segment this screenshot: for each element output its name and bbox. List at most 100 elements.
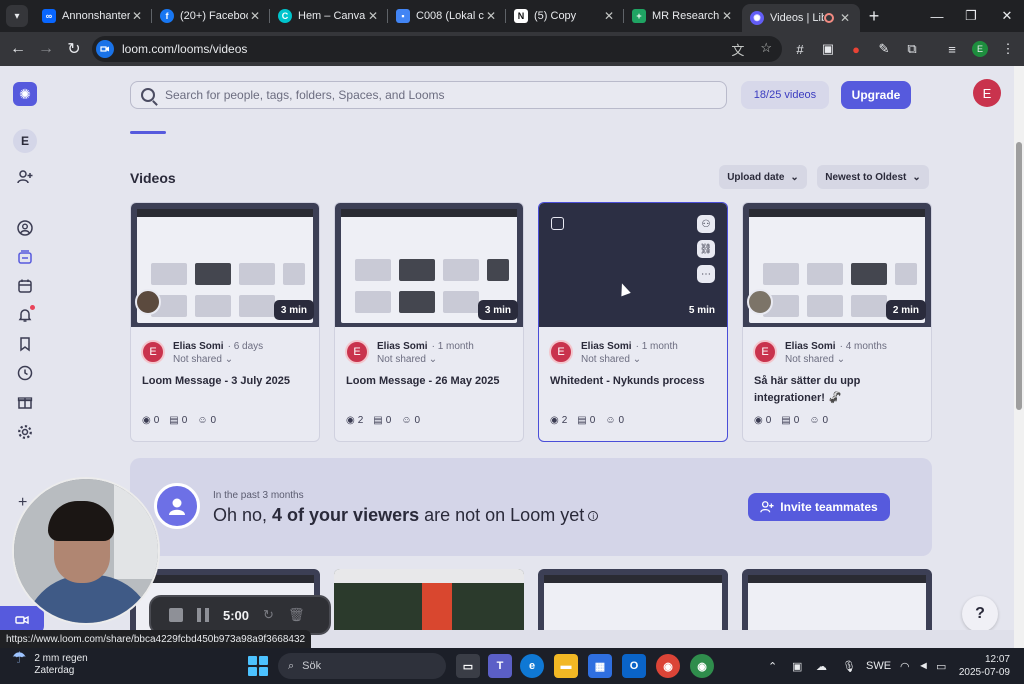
video-thumbnail[interactable]: ⚇ ⛓ ⋯ 5 min (539, 203, 727, 327)
library-icon[interactable] (14, 246, 36, 268)
wifi-icon[interactable]: ◠ (900, 648, 910, 684)
reload-icon[interactable]: ↻ (60, 35, 88, 63)
stop-icon[interactable] (169, 608, 183, 622)
profile-avatar-icon[interactable]: E (970, 36, 990, 62)
scrollbar-thumb[interactable] (1016, 142, 1022, 410)
search-input[interactable] (165, 88, 705, 102)
windows-start-icon[interactable] (248, 656, 268, 676)
sort-order-dropdown[interactable]: Newest to Oldest ⌄ (817, 165, 929, 189)
browser-tab[interactable]: C Hem – Canva ✕ (270, 0, 388, 32)
tray-screen-icon[interactable]: ▣ (792, 648, 802, 684)
close-tab-icon[interactable]: ✕ (720, 9, 734, 23)
close-tab-icon[interactable]: ✕ (366, 9, 380, 23)
invite-teammates-button[interactable]: Invite teammates (748, 493, 890, 521)
browser-tab[interactable]: + MR Research C ✕ (624, 0, 742, 32)
share-status-dropdown[interactable]: Not shared ⌄ (173, 354, 233, 365)
new-tab-button[interactable]: + (860, 6, 888, 27)
minimize-icon[interactable]: — (920, 0, 954, 32)
chrome-profile-icon[interactable]: ◉ (690, 654, 714, 678)
page-scrollbar[interactable] (1014, 66, 1024, 650)
info-icon[interactable]: i (588, 511, 599, 522)
close-tab-icon[interactable]: ✕ (838, 11, 852, 25)
workspace-avatar[interactable]: E (13, 129, 37, 153)
tab-search-button[interactable]: ▾ (6, 5, 28, 27)
add-user-icon[interactable] (14, 166, 36, 188)
close-tab-icon[interactable]: ✕ (484, 9, 498, 23)
browser-tab-active[interactable]: ✺ Videos | Lib ✕ (742, 4, 860, 32)
address-bar[interactable]: loom.com/looms/videos ⽂ ☆ (92, 36, 782, 62)
bookmark-icon[interactable] (14, 333, 36, 355)
calendar-icon[interactable] (14, 275, 36, 297)
close-tab-icon[interactable]: ✕ (602, 9, 616, 23)
restart-icon[interactable]: ↻ (263, 607, 274, 623)
more-menu-icon[interactable]: ⋮ (998, 36, 1018, 62)
search-bar[interactable] (130, 81, 727, 109)
close-tab-icon[interactable]: ✕ (130, 9, 144, 23)
bookmark-star-icon[interactable]: ☆ (760, 40, 772, 59)
browser-tab[interactable]: f (20+) Facebook ✕ (152, 0, 270, 32)
video-thumbnail[interactable]: 3 min (131, 203, 319, 327)
pen-extension-icon[interactable]: ✎ (874, 36, 894, 62)
taskbar-search[interactable]: ⌕ Sök (278, 653, 446, 679)
restore-icon[interactable]: ❐ (954, 0, 988, 32)
video-title[interactable]: Loom Message - 3 July 2025 (142, 373, 310, 390)
file-explorer-icon[interactable]: ▬ (554, 654, 578, 678)
gear-icon[interactable] (14, 421, 36, 443)
video-card-partial[interactable] (742, 569, 932, 630)
loom-logo-icon[interactable]: ✺ (13, 82, 37, 106)
upgrade-button[interactable]: Upgrade (841, 81, 911, 109)
close-window-icon[interactable]: ✕ (990, 0, 1024, 32)
puzzle-icon[interactable]: ⧉ (902, 36, 922, 62)
video-card-partial[interactable] (334, 569, 524, 630)
browser-tab[interactable]: ∞ Annonshantera ✕ (34, 0, 152, 32)
hash-extension-icon[interactable]: # (790, 36, 810, 62)
profile-icon[interactable] (14, 217, 36, 239)
media-icon[interactable]: ≡ (942, 36, 962, 62)
add-person-icon[interactable]: ⚇ (697, 215, 715, 233)
chrome-icon[interactable]: ◉ (656, 654, 680, 678)
webcam-bubble[interactable] (12, 477, 160, 625)
select-checkbox[interactable] (551, 217, 564, 230)
forward-icon[interactable]: → (32, 35, 60, 63)
teams-icon[interactable]: T (488, 654, 512, 678)
video-quota-badge[interactable]: 18/25 videos (741, 81, 829, 109)
tray-chevron-icon[interactable]: ⌃ (768, 648, 777, 684)
gift-icon[interactable] (14, 391, 36, 413)
edge-icon[interactable]: e (520, 654, 544, 678)
back-icon[interactable]: ← (4, 35, 32, 63)
clock-icon[interactable] (14, 362, 36, 384)
share-status-dropdown[interactable]: Not shared ⌄ (377, 354, 437, 365)
video-title[interactable]: Så här sätter du upp integrationer! 🦨 (754, 373, 922, 407)
language-indicator[interactable]: SWE (866, 648, 891, 684)
more-options-icon[interactable]: ⋯ (697, 265, 715, 283)
share-status-dropdown[interactable]: Not shared ⌄ (581, 354, 641, 365)
outlook-icon[interactable]: O (622, 654, 646, 678)
task-view-icon[interactable]: ▭ (456, 654, 480, 678)
volume-icon[interactable]: ◄ (918, 648, 929, 684)
microphone-icon[interactable]: 🎙 (842, 648, 856, 684)
translate-icon[interactable]: ⽂ (731, 40, 744, 59)
video-title[interactable]: Whitedent - Nykunds process (550, 373, 718, 390)
record-extension-icon[interactable]: ● (846, 36, 866, 62)
pause-icon[interactable] (197, 608, 209, 622)
site-info-icon[interactable] (96, 40, 114, 58)
browser-tab[interactable]: N (5) Copy ✕ (506, 0, 624, 32)
bell-icon[interactable] (14, 304, 36, 326)
user-avatar[interactable]: E (973, 79, 1001, 107)
close-tab-icon[interactable]: ✕ (248, 9, 262, 23)
sort-field-dropdown[interactable]: Upload date ⌄ (719, 165, 807, 189)
video-card-partial[interactable] (538, 569, 728, 630)
weather-widget[interactable]: ☂ 2 mm regen Zaterdag (12, 651, 88, 677)
video-card[interactable]: 3 min E Elias Somi · 1 month Not shared ⌄… (334, 202, 524, 442)
share-status-dropdown[interactable]: Not shared ⌄ (785, 354, 845, 365)
video-card[interactable]: 3 min E Elias Somi · 6 days Not shared ⌄ … (130, 202, 320, 442)
video-thumbnail[interactable]: 2 min (743, 203, 931, 327)
video-thumbnail[interactable]: 3 min (335, 203, 523, 327)
battery-icon[interactable]: ▭ (936, 648, 946, 684)
store-icon[interactable]: ▦ (588, 654, 612, 678)
browser-tab[interactable]: ▪ C008 (Lokal cal ✕ (388, 0, 506, 32)
video-card[interactable]: 2 min E Elias Somi · 4 months Not shared … (742, 202, 932, 442)
video-title[interactable]: Loom Message - 26 May 2025 (346, 373, 514, 390)
help-button[interactable]: ? (962, 596, 998, 630)
video-card-hovered[interactable]: ⚇ ⛓ ⋯ 5 min E Elias Somi · 1 month Not sh… (538, 202, 728, 442)
